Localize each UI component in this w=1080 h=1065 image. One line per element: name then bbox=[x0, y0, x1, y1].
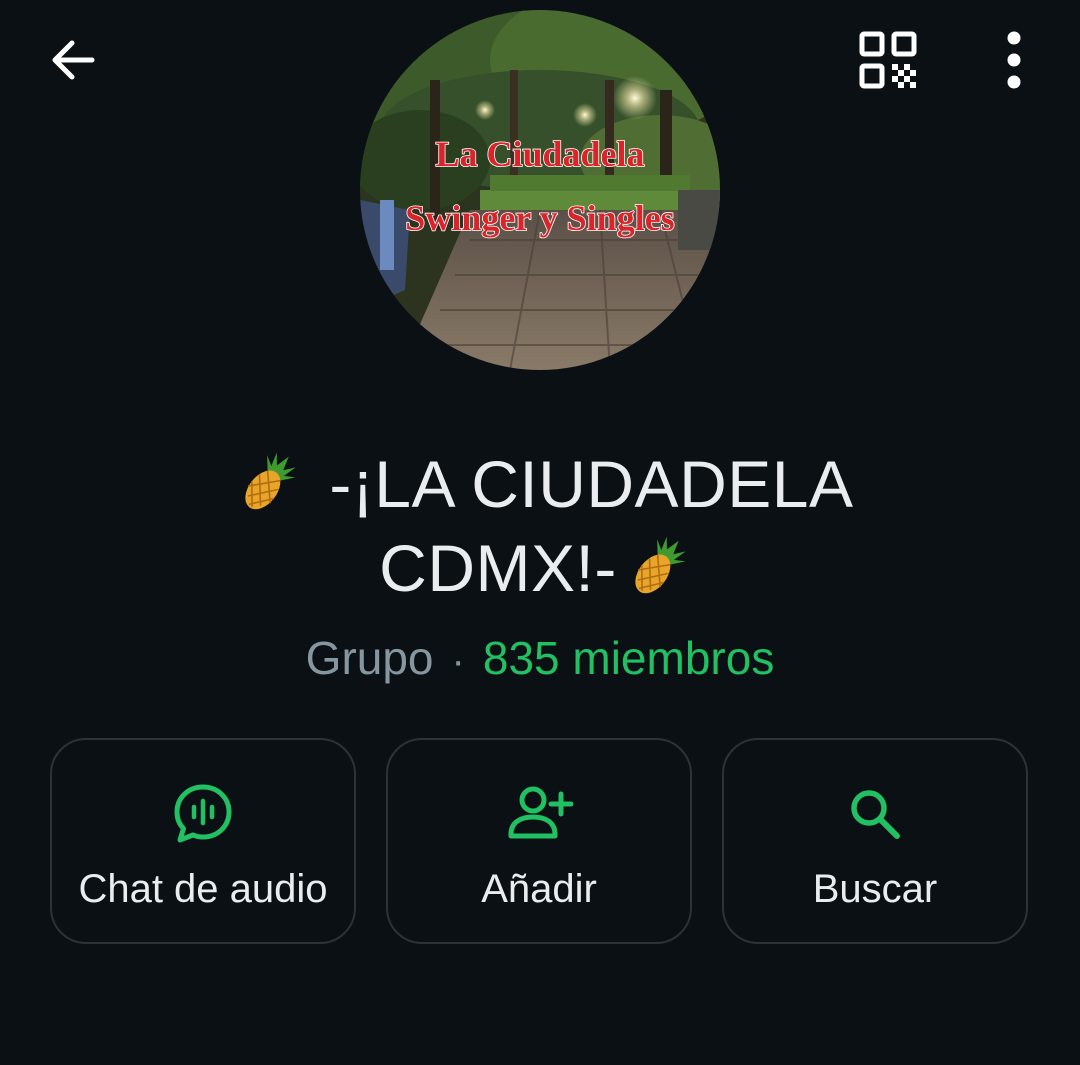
group-avatar[interactable]: La Ciudadela Swinger y Singles bbox=[360, 10, 720, 370]
audio-chat-label: Chat de audio bbox=[78, 867, 328, 911]
qr-code-icon bbox=[859, 31, 917, 89]
meta-separator: · bbox=[451, 639, 465, 683]
add-person-icon bbox=[508, 786, 574, 839]
group-kind-label: Grupo bbox=[305, 632, 434, 684]
search-icon bbox=[851, 790, 900, 839]
more-options-button[interactable] bbox=[974, 14, 1054, 106]
audio-chat-icon bbox=[174, 784, 232, 843]
pineapple-emoji-icon bbox=[244, 452, 296, 509]
arrow-left-icon bbox=[52, 40, 95, 80]
group-name-text-line1: -¡LA CIUDADELA bbox=[329, 447, 854, 521]
audio-chat-button[interactable]: Chat de audio bbox=[50, 738, 356, 944]
group-name: -¡LA CIUDADELA CDMX!- bbox=[120, 442, 960, 610]
qr-code-button[interactable] bbox=[840, 14, 936, 106]
add-member-button[interactable]: Añadir bbox=[386, 738, 692, 944]
members-count-link[interactable]: 835 miembros bbox=[483, 632, 774, 684]
group-avatar-image: La Ciudadela Swinger y Singles bbox=[360, 10, 720, 370]
avatar-caption-line1: La Ciudadela bbox=[435, 134, 644, 174]
group-name-text-line2: CDMX!- bbox=[379, 531, 617, 605]
pineapple-emoji-icon bbox=[635, 536, 686, 593]
group-name-line1: -¡LA CIUDADELA bbox=[120, 442, 960, 526]
group-name-line2: CDMX!- bbox=[120, 526, 960, 610]
search-label: Buscar bbox=[812, 867, 938, 911]
add-member-label: Añadir bbox=[481, 867, 597, 911]
search-button[interactable]: Buscar bbox=[722, 738, 1028, 944]
back-button[interactable] bbox=[28, 18, 118, 102]
group-meta: Grupo · 835 miembros bbox=[0, 628, 1080, 691]
more-vertical-icon bbox=[1007, 31, 1021, 89]
avatar-caption-line2: Swinger y Singles bbox=[405, 198, 674, 238]
